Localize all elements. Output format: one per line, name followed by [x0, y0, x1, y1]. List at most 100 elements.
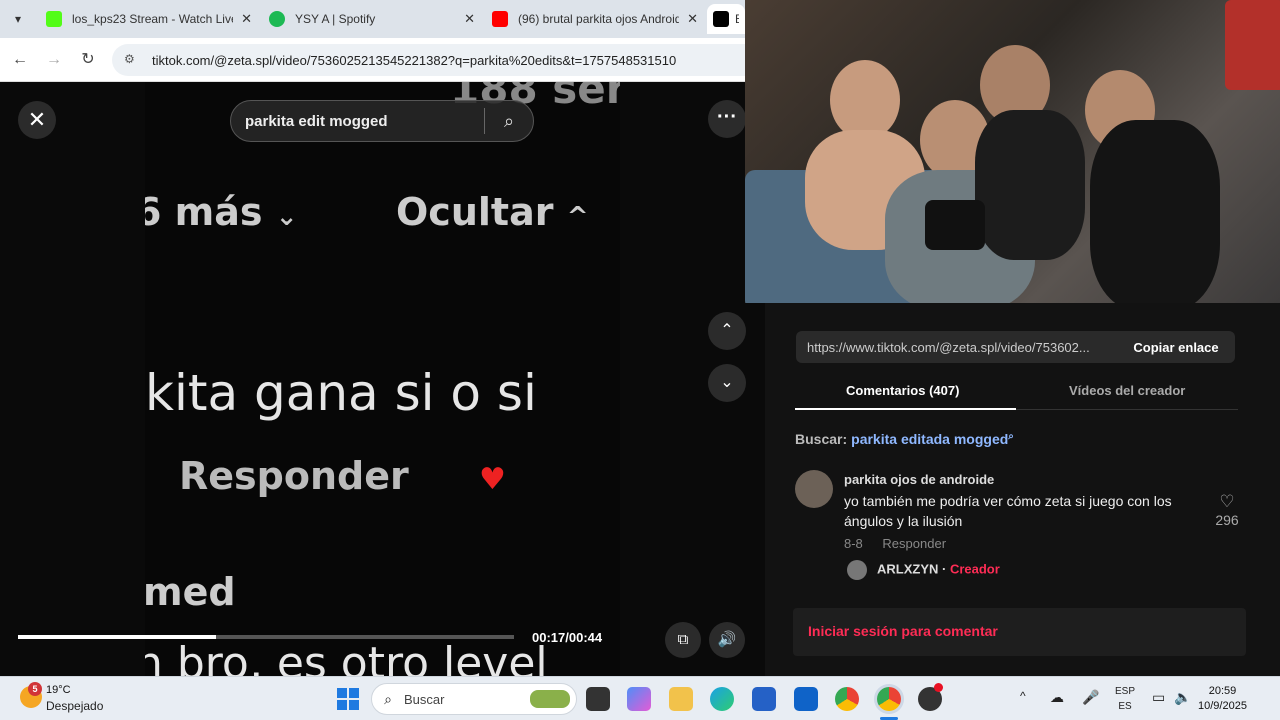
keyboard-code: ES	[1118, 701, 1132, 712]
reload-icon[interactable]: ↻	[77, 49, 99, 71]
tab-title: E	[735, 12, 739, 26]
temperature: 19°C	[46, 684, 71, 696]
reply-preview: ARLXZYN · Creador	[847, 560, 1000, 580]
microphone-icon[interactable]: 🎤	[1082, 689, 1099, 706]
browser-tab-tiktok[interactable]: E	[707, 4, 745, 34]
weather-widget[interactable]: 5 19°C Despejado	[20, 682, 110, 716]
language-indicator[interactable]: ESP ES	[1115, 684, 1135, 714]
task-view-icon[interactable]	[586, 687, 610, 711]
share-url[interactable]: https://www.tiktok.com/@zeta.spl/video/7…	[796, 340, 1117, 355]
search-icon[interactable]: ⌕	[485, 111, 533, 132]
copilot-icon[interactable]	[627, 687, 651, 711]
reply-avatar[interactable]	[847, 560, 867, 580]
video-overlay-hide: Ocultar ^	[396, 190, 589, 234]
forward-arrow-icon[interactable]: →	[43, 49, 65, 71]
tab-creator-videos[interactable]: Vídeos del creador	[1069, 383, 1185, 398]
webcam-person	[830, 60, 900, 140]
login-to-comment-bar[interactable]: Iniciar sesión para comentar	[793, 608, 1246, 656]
comment-date: 8-8	[844, 536, 863, 551]
webcam-person	[975, 110, 1085, 260]
chrome-icon[interactable]	[835, 687, 859, 711]
webcam-person	[1090, 120, 1220, 303]
hide-text: Ocultar	[396, 190, 554, 234]
browser-tab-spotify[interactable]: YSY A | Spotify ✕	[261, 4, 483, 34]
progress-fill	[18, 635, 217, 639]
chrome-profile-icon[interactable]	[877, 687, 901, 711]
like-count: 296	[1215, 512, 1239, 528]
video-time: 00:17/00:44	[532, 630, 603, 645]
close-tab-icon[interactable]: ✕	[687, 11, 698, 27]
display-icon[interactable]: ▭	[1152, 689, 1165, 706]
search-label: Buscar:	[795, 431, 848, 447]
picture-in-picture-icon[interactable]: ⧉	[665, 622, 701, 658]
youtube-favicon-icon	[492, 11, 508, 27]
more-options-button[interactable]: ···	[708, 100, 746, 138]
close-tab-icon[interactable]: ✕	[241, 11, 252, 27]
tab-title: los_kps23 Stream - Watch Live on	[72, 12, 233, 26]
browser-tab-youtube[interactable]: (96) brutal parkita ojos Android ✕	[484, 4, 706, 34]
windows-taskbar: 5 19°C Despejado ⌕ Buscar ^ ☁ 🎤 ESP ES ▭…	[0, 676, 1280, 720]
heart-icon: ♥	[479, 462, 506, 497]
reply-button[interactable]: Responder	[882, 536, 946, 551]
video-overlay-reply: Responder	[179, 454, 409, 498]
reply-username[interactable]: ARLXZYN	[877, 561, 938, 576]
url-field[interactable]: ⚙ tiktok.com/@zeta.spl/video/75360252135…	[112, 44, 745, 76]
windows-start-icon[interactable]	[337, 688, 359, 710]
browser-tab-kick[interactable]: los_kps23 Stream - Watch Live on ✕	[38, 4, 260, 34]
tab-search-menu-icon[interactable]: ▾	[8, 9, 28, 29]
spotify-favicon-icon	[269, 11, 285, 27]
share-link-box: https://www.tiktok.com/@zeta.spl/video/7…	[796, 331, 1235, 363]
chevron-down-icon: ⌄	[275, 202, 298, 232]
outlook-icon[interactable]	[794, 687, 818, 711]
search-highlight-icon	[530, 690, 570, 708]
video-player-area: 188 ser 6 más ⌄ Ocultar ^ kita gana si o…	[0, 82, 765, 676]
store-icon[interactable]	[752, 687, 776, 711]
video-search-bar[interactable]: parkita edit mogged ⌕	[230, 100, 534, 142]
creator-badge: Creador	[949, 561, 1000, 577]
webcam-region	[1225, 0, 1280, 90]
comment-search-suggestion[interactable]: Buscar: parkita editada mogged⌕	[795, 431, 1014, 447]
video-progress-bar[interactable]	[18, 635, 514, 639]
video-overlay-bottom: n bro, es otro level	[145, 638, 548, 676]
edge-icon[interactable]	[710, 687, 734, 711]
comment-username[interactable]: parkita ojos de androide	[844, 472, 994, 487]
close-video-button[interactable]: ✕	[18, 101, 56, 139]
address-bar: ← → ↻ ⚙ tiktok.com/@zeta.spl/video/75360…	[0, 38, 745, 82]
file-explorer-icon[interactable]	[669, 687, 693, 711]
chevron-up-icon[interactable]: ^	[1020, 689, 1026, 703]
notification-dot	[934, 683, 943, 692]
search-term-link[interactable]: parkita editada mogged	[851, 431, 1008, 447]
heart-outline-icon[interactable]: ♡	[1207, 492, 1247, 512]
comment-meta: 8-8 Responder	[844, 536, 962, 551]
video-frame[interactable]: 188 ser 6 más ⌄ Ocultar ^ kita gana si o…	[145, 82, 620, 676]
cloud-icon[interactable]: ☁	[1050, 689, 1064, 706]
next-video-button[interactable]: ⌄	[708, 364, 746, 402]
taskbar-search[interactable]: ⌕ Buscar	[371, 683, 577, 715]
see-more-text: 6 más	[145, 190, 263, 234]
volume-icon[interactable]: 🔊	[709, 622, 745, 658]
search-query-text[interactable]: parkita edit mogged	[231, 113, 484, 130]
speaker-icon[interactable]: 🔈	[1174, 689, 1191, 706]
kick-favicon-icon	[46, 11, 62, 27]
webcam-microphone	[925, 200, 985, 250]
avatar[interactable]	[795, 470, 833, 508]
copy-link-button[interactable]: Copiar enlace	[1117, 340, 1235, 355]
url-text: tiktok.com/@zeta.spl/video/7536025213545…	[152, 52, 677, 68]
login-to-comment-link[interactable]: Iniciar sesión para comentar	[808, 623, 998, 639]
close-tab-icon[interactable]: ✕	[464, 11, 475, 27]
search-icon: ⌕	[384, 690, 392, 707]
search-placeholder: Buscar	[404, 691, 445, 707]
browser-tab-bar: ▾ los_kps23 Stream - Watch Live on ✕ YSY…	[0, 0, 745, 38]
tab-comments[interactable]: Comentarios (407)	[846, 383, 959, 398]
tab-title: YSY A | Spotify	[295, 12, 376, 26]
previous-video-button[interactable]: ⌃	[708, 312, 746, 350]
site-settings-icon[interactable]: ⚙	[124, 52, 140, 68]
chevron-up-icon: ^	[566, 202, 589, 232]
comment-like[interactable]: ♡ 296	[1207, 492, 1247, 528]
system-clock[interactable]: 20:59 10/9/2025	[1198, 684, 1247, 714]
panel-tabs: Comentarios (407) Vídeos del creador	[795, 378, 1238, 410]
clock-date: 10/9/2025	[1198, 700, 1247, 712]
video-overlay-comment: kita gana si o si	[145, 364, 537, 422]
back-arrow-icon[interactable]: ←	[9, 49, 31, 71]
video-overlay-user: med	[145, 570, 236, 614]
